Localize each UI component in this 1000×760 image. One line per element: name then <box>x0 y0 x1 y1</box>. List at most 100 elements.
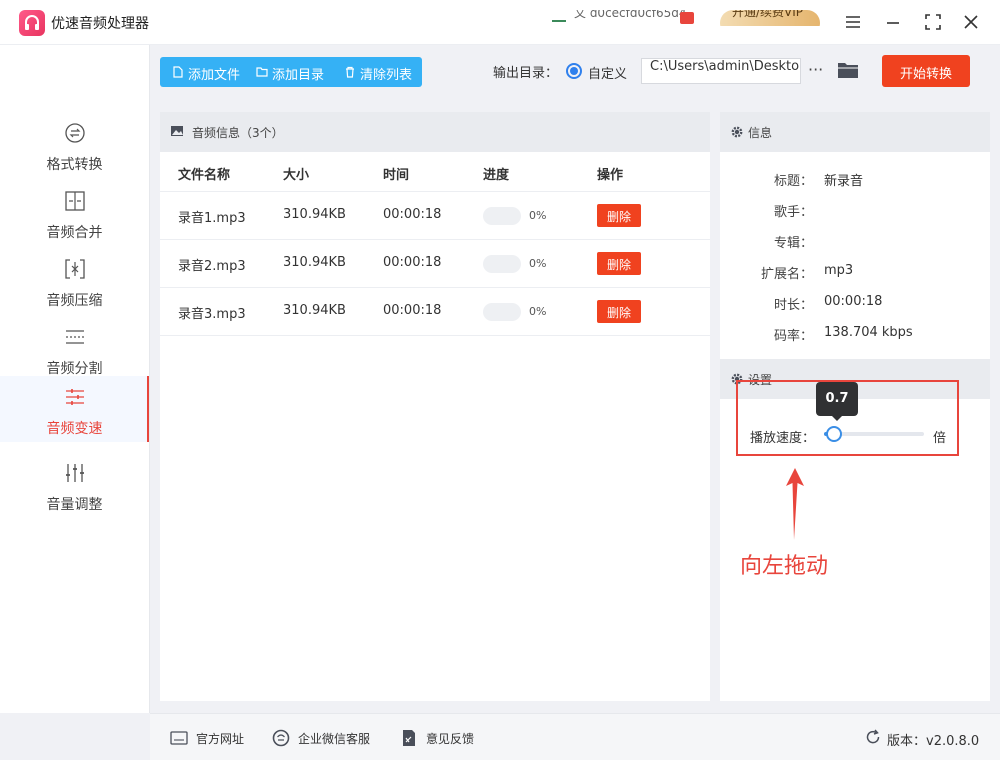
website-icon <box>170 729 188 747</box>
chat-icon <box>272 729 290 747</box>
sidebar-item-label: 音频合并 <box>46 225 103 241</box>
sidebar-item-label: 音频变速 <box>46 421 103 437</box>
file-name: 录音3.mp3 <box>178 307 246 322</box>
table-row[interactable]: 录音3.mp3 310.94KB 00:00:18 0% 删除 <box>160 288 710 336</box>
info-key: 时长： <box>773 298 813 313</box>
delete-button[interactable]: 删除 <box>597 204 641 227</box>
progress-bar <box>483 207 521 225</box>
info-title: 信息 <box>748 126 773 140</box>
custom-output-radio[interactable] <box>566 63 582 79</box>
website-label: 官方网址 <box>196 732 245 746</box>
custom-radio-label: 自定义 <box>588 67 628 82</box>
file-toolbar: 添加文件 添加目录 清除列表 <box>160 57 422 87</box>
close-icon[interactable] <box>958 9 984 35</box>
app-logo-icon <box>19 10 45 36</box>
vip-button[interactable]: 开通/续费VIP <box>720 10 820 26</box>
annotation-text: 向左拖动 <box>740 554 829 579</box>
start-convert-label: 开始转换 <box>899 67 952 82</box>
table-row[interactable]: 录音2.mp3 310.94KB 00:00:18 0% 删除 <box>160 240 710 288</box>
info-value: mp3 <box>824 263 854 278</box>
info-row-album: 专辑： <box>720 232 990 252</box>
info-row-duration: 时长： 00:00:18 <box>720 294 990 314</box>
sidebar-item-format-convert[interactable]: 格式转换 <box>0 112 149 178</box>
file-panel: 音频信息（3个） 文件名称 大小 时间 进度 操作 录音1.mp3 310.94… <box>160 112 710 701</box>
progress-bar <box>483 303 521 321</box>
image-icon <box>170 124 184 138</box>
audio-info-title: 音频信息（3个） <box>192 126 284 140</box>
user-id[interactable]: 文 d0cecfd0cf65d4 <box>552 10 697 26</box>
sidebar-item-label: 格式转换 <box>46 157 103 173</box>
minimize-icon[interactable] <box>880 9 906 35</box>
title-bar: 优速音频处理器 文 d0cecfd0cf65d4 开通/续费VIP <box>0 0 1000 45</box>
more-options-icon[interactable]: ··· <box>808 60 826 80</box>
folder-outline-icon <box>256 66 268 78</box>
delete-button[interactable]: 删除 <box>597 252 641 275</box>
sidebar-item-speed[interactable]: 音频变速 <box>0 376 149 442</box>
footer: 官方网址 企业微信客服 意见反馈 版本：v2.0.8.0 <box>150 713 1000 760</box>
progress-text: 0% <box>529 257 547 270</box>
sidebar-item-merge[interactable]: 音频合并 <box>0 180 149 246</box>
delete-button[interactable]: 删除 <box>597 300 641 323</box>
file-size: 310.94KB <box>283 207 346 222</box>
delete-label: 删除 <box>606 210 631 224</box>
info-key: 扩展名： <box>760 267 813 282</box>
add-folder-label: 添加目录 <box>272 68 325 83</box>
sidebar-item-label: 音量调整 <box>46 497 103 513</box>
clear-list-label: 清除列表 <box>360 68 413 83</box>
sidebar-item-label: 音频分割 <box>46 361 103 377</box>
user-icon <box>552 12 566 22</box>
file-time: 00:00:18 <box>383 207 442 222</box>
app-title: 优速音频处理器 <box>51 16 149 32</box>
table-row[interactable]: 录音1.mp3 310.94KB 00:00:18 0% 删除 <box>160 192 710 240</box>
version-label: 版本：v2.0.8.0 <box>887 734 980 749</box>
col-progress: 进度 <box>483 168 510 183</box>
info-key: 码率： <box>773 329 813 344</box>
info-panel: 信息 标题： 新录音 歌手： 专辑： 扩展名： mp3 时长： 00:00:18 码率… <box>720 112 990 701</box>
split-icon <box>64 326 86 348</box>
format-convert-icon <box>64 122 86 144</box>
info-header: 信息 <box>720 112 990 152</box>
info-key: 歌手： <box>773 205 813 220</box>
info-row-bitrate: 码率： 138.704 kbps <box>720 325 990 345</box>
col-action: 操作 <box>597 168 624 183</box>
delete-label: 删除 <box>606 306 631 320</box>
start-convert-button[interactable]: 开始转换 <box>882 55 970 87</box>
highlight-box <box>736 380 959 456</box>
gear-icon <box>730 125 744 139</box>
audio-info-header: 音频信息（3个） <box>160 112 710 152</box>
user-badge-icon <box>680 12 694 24</box>
trash-icon <box>344 66 356 78</box>
sidebar-item-split[interactable]: 音频分割 <box>0 316 149 382</box>
vip-label: 开通/续费VIP <box>732 10 804 19</box>
maximize-icon[interactable] <box>920 9 946 35</box>
table-header: 文件名称 大小 时间 进度 操作 <box>160 152 710 192</box>
file-time: 00:00:18 <box>383 255 442 270</box>
feedback-label: 意见反馈 <box>426 732 475 746</box>
output-path-field[interactable]: C:\Users\admin\Desktop <box>641 58 801 84</box>
progress-bar <box>483 255 521 273</box>
info-row-extension: 扩展名： mp3 <box>720 263 990 283</box>
col-size: 大小 <box>283 168 310 183</box>
info-row-title: 标题： 新录音 <box>720 170 990 190</box>
info-key: 专辑： <box>773 236 813 251</box>
volume-sliders-icon <box>64 462 86 484</box>
sidebar-item-volume[interactable]: 音量调整 <box>0 452 149 518</box>
folder-icon[interactable] <box>837 61 859 79</box>
sidebar-item-label: 音频压缩 <box>46 293 103 309</box>
col-filename: 文件名称 <box>178 168 231 183</box>
annotation-arrow-icon <box>780 468 810 540</box>
file-icon <box>172 66 184 78</box>
info-value: 新录音 <box>824 174 864 189</box>
progress-text: 0% <box>529 305 547 318</box>
sidebar: 格式转换 音频合并 音频压缩 音频分割 音频变速 音量调整 <box>0 45 150 713</box>
merge-icon <box>64 190 86 212</box>
info-value: 138.704 kbps <box>824 325 913 340</box>
sidebar-item-compress[interactable]: 音频压缩 <box>0 248 149 314</box>
file-name: 录音2.mp3 <box>178 259 246 274</box>
file-time: 00:00:18 <box>383 303 442 318</box>
file-size: 310.94KB <box>283 303 346 318</box>
refresh-icon[interactable] <box>865 729 881 745</box>
compress-icon <box>64 258 86 280</box>
progress-text: 0% <box>529 209 547 222</box>
menu-icon[interactable] <box>840 9 866 35</box>
